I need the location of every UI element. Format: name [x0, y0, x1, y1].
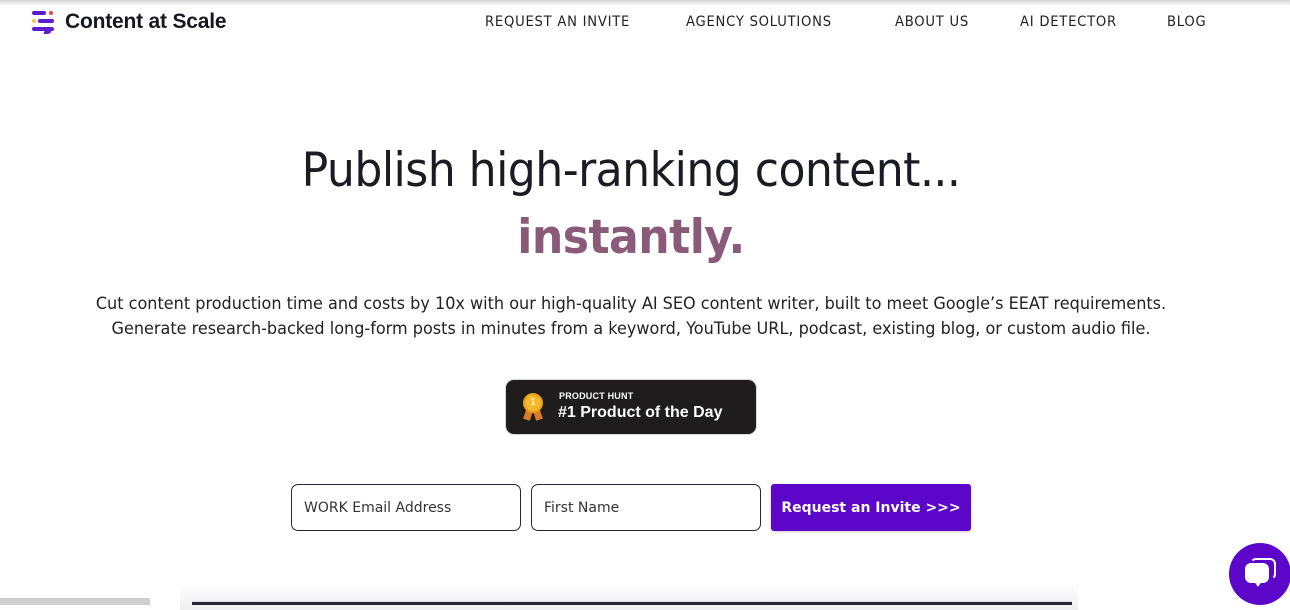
request-invite-button[interactable]: Request an Invite >>> — [771, 484, 971, 531]
email-field[interactable] — [291, 484, 521, 531]
hero-subtitle-line-2: Generate research-backed long-form posts… — [111, 319, 1151, 339]
video-frame-edge — [192, 601, 1072, 605]
hero-subtitle: Cut content production time and costs by… — [35, 292, 1228, 342]
hero-subtitle-line-1: Cut content production time and costs by… — [95, 294, 1167, 314]
main-nav: REQUEST AN INVITE AGENCY SOLUTIONS ABOUT… — [0, 14, 1290, 34]
medal-number: 1 — [523, 393, 543, 413]
badge-kicker: PRODUCT HUNT — [559, 391, 634, 401]
nav-ai-detector[interactable]: AI DETECTOR — [1020, 14, 1117, 30]
nav-about-us[interactable]: ABOUT US — [895, 14, 969, 30]
horizontal-scrollbar[interactable] — [0, 598, 150, 605]
nav-agency-solutions[interactable]: AGENCY SOLUTIONS — [686, 14, 832, 30]
product-hunt-badge[interactable]: 1 PRODUCT HUNT #1 Product of the Day — [506, 380, 756, 434]
badge-title: #1 Product of the Day — [558, 404, 723, 421]
first-name-field[interactable] — [531, 484, 761, 531]
nav-blog[interactable]: BLOG — [1167, 14, 1206, 30]
medal-icon: 1 — [522, 393, 544, 421]
chat-launcher-button[interactable] — [1229, 543, 1290, 605]
hero-title: Publish high-ranking content... — [301, 143, 961, 198]
hero-accent: instantly. — [517, 210, 745, 265]
browser-top-shadow — [0, 0, 1290, 6]
video-preview-top — [180, 580, 1078, 610]
nav-request-invite[interactable]: REQUEST AN INVITE — [485, 14, 630, 30]
